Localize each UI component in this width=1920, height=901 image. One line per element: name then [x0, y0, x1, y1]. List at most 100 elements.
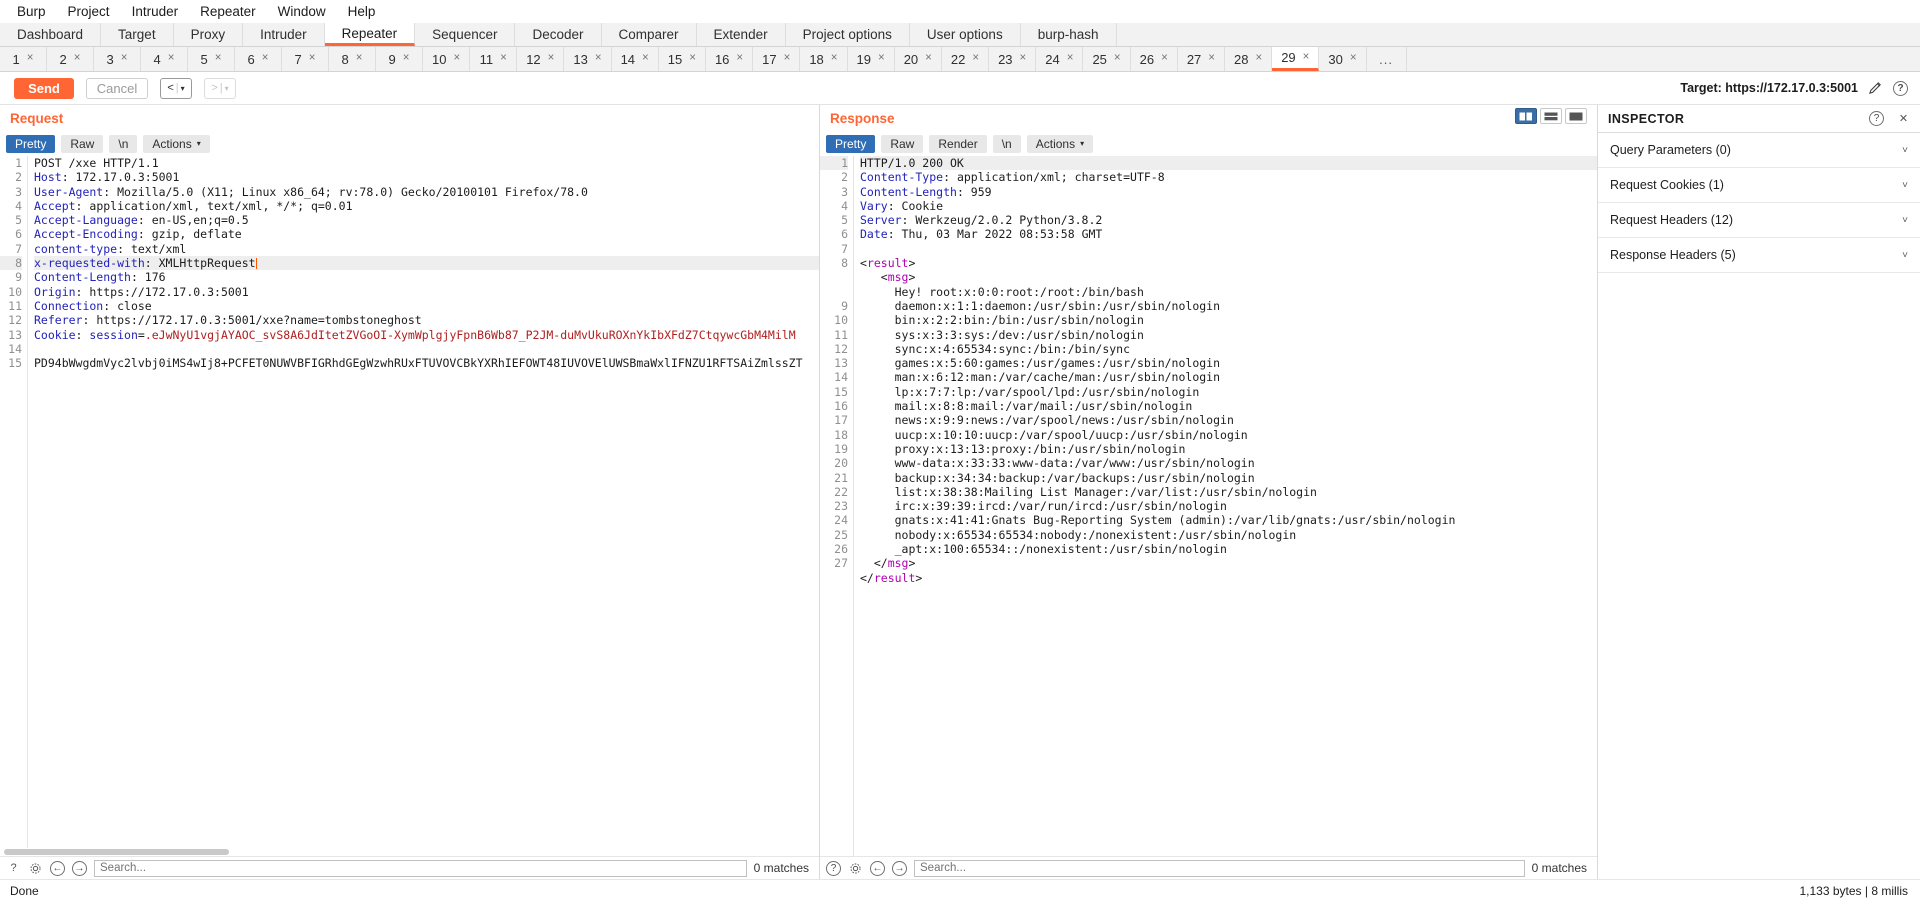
code-line[interactable]: list:x:38:38:Mailing List Manager:/var/l…	[860, 485, 1597, 499]
code-line[interactable]: <result>	[860, 256, 1597, 270]
close-icon[interactable]: ×	[262, 53, 269, 65]
response-view-tab-pretty[interactable]: Pretty	[826, 134, 876, 153]
close-icon[interactable]: ×	[1208, 53, 1215, 65]
request-view-tab-n[interactable]: \n	[109, 134, 138, 153]
code-line[interactable]: Accept: application/xml, text/xml, */*; …	[34, 199, 819, 213]
inspector-section-request-cookies[interactable]: Request Cookies (1) ˅	[1598, 168, 1920, 203]
code-line[interactable]: Accept-Language: en-US,en;q=0.5	[34, 213, 819, 227]
repeater-tab-8[interactable]: 8 ×	[329, 47, 376, 71]
code-line[interactable]: content-type: text/xml	[34, 242, 819, 256]
single-pane-icon[interactable]	[1565, 108, 1587, 124]
close-icon[interactable]: ✕	[1896, 111, 1911, 126]
code-line[interactable]: Date: Thu, 03 Mar 2022 08:53:58 GMT	[860, 227, 1597, 241]
chevron-down-icon[interactable]: ˅	[1902, 250, 1908, 261]
repeater-tab-7[interactable]: 7 ×	[282, 47, 329, 71]
menu-item-project[interactable]: Project	[57, 2, 121, 21]
close-icon[interactable]: ×	[1255, 53, 1262, 65]
code-line[interactable]: games:x:5:60:games:/usr/games:/usr/sbin/…	[860, 356, 1597, 370]
tab-burp-hash[interactable]: burp-hash	[1020, 23, 1117, 46]
repeater-tab-2[interactable]: 2 ×	[47, 47, 94, 71]
repeater-tab-29[interactable]: 29 ×	[1272, 47, 1320, 71]
code-line[interactable]: mail:x:8:8:mail:/var/mail:/usr/sbin/nolo…	[860, 399, 1597, 413]
code-line[interactable]: Content-Length: 959	[860, 185, 1597, 199]
menu-item-burp[interactable]: Burp	[6, 2, 57, 21]
code-line[interactable]: gnats:x:41:41:Gnats Bug-Reporting System…	[860, 513, 1597, 527]
gear-icon[interactable]	[28, 861, 43, 876]
cancel-button[interactable]: Cancel	[86, 77, 148, 99]
help-icon[interactable]: ?	[6, 861, 21, 876]
search-next-button[interactable]: →	[892, 860, 907, 876]
repeater-tab-17[interactable]: 17 ×	[753, 47, 801, 71]
close-icon[interactable]: ×	[121, 53, 128, 65]
code-line[interactable]: www-data:x:33:33:www-data:/var/www:/usr/…	[860, 456, 1597, 470]
pencil-icon[interactable]	[1868, 81, 1883, 96]
close-icon[interactable]: ×	[500, 53, 507, 65]
menu-item-window[interactable]: Window	[267, 2, 337, 21]
repeater-tab-30[interactable]: 30 ×	[1319, 47, 1367, 71]
repeater-tab-14[interactable]: 14 ×	[611, 47, 659, 71]
response-code[interactable]: HTTP/1.0 200 OK Content-Type: application…	[854, 156, 1597, 856]
repeater-tab-11[interactable]: 11 ×	[470, 47, 518, 71]
tab-extender[interactable]: Extender	[696, 23, 786, 46]
close-icon[interactable]: ×	[548, 53, 555, 65]
help-icon[interactable]: ?	[826, 860, 841, 876]
code-line[interactable]: news:x:9:9:news:/var/spool/news:/usr/sbi…	[860, 413, 1597, 427]
response-search-input[interactable]	[914, 859, 1525, 877]
close-icon[interactable]: ×	[972, 53, 979, 65]
repeater-tab-overflow[interactable]: ...	[1366, 47, 1407, 71]
close-icon[interactable]: ×	[925, 53, 932, 65]
code-line[interactable]: Cookie: session=.eJwNyU1vgjAYAOC_svS8A6J…	[34, 328, 819, 342]
repeater-tab-3[interactable]: 3 ×	[94, 47, 141, 71]
close-icon[interactable]: ×	[689, 53, 696, 65]
tab-comparer[interactable]: Comparer	[601, 23, 697, 46]
close-icon[interactable]: ×	[215, 53, 222, 65]
code-line[interactable]: </result>	[860, 571, 1597, 585]
repeater-tab-5[interactable]: 5 ×	[188, 47, 235, 71]
repeater-tab-16[interactable]: 16 ×	[705, 47, 754, 71]
close-icon[interactable]: ×	[1303, 51, 1310, 64]
inspector-section-query-parameters[interactable]: Query Parameters (0) ˅	[1598, 133, 1920, 168]
repeater-tab-4[interactable]: 4 ×	[141, 47, 188, 71]
request-search-input[interactable]	[94, 859, 747, 877]
repeater-tab-13[interactable]: 13 ×	[564, 47, 612, 71]
code-line[interactable]: uucp:x:10:10:uucp:/var/spool/uucp:/usr/s…	[860, 428, 1597, 442]
close-icon[interactable]: ×	[595, 53, 602, 65]
repeater-tab-24[interactable]: 24 ×	[1036, 47, 1084, 71]
chevron-down-icon[interactable]: ˅	[1902, 145, 1908, 156]
close-icon[interactable]: ×	[878, 53, 885, 65]
menu-item-repeater[interactable]: Repeater	[189, 2, 267, 21]
code-line[interactable]: sync:x:4:65534:sync:/bin:/bin/sync	[860, 342, 1597, 356]
code-line[interactable]: nobody:x:65534:65534:nobody:/nonexistent…	[860, 528, 1597, 542]
search-prev-button[interactable]: ←	[870, 860, 885, 876]
gear-icon[interactable]	[848, 861, 863, 876]
search-next-button[interactable]: →	[72, 860, 87, 876]
request-view-tab-pretty[interactable]: Pretty	[6, 134, 56, 153]
code-line[interactable]: Accept-Encoding: gzip, deflate	[34, 227, 819, 241]
code-line[interactable]: Hey! root:x:0:0:root:/root:/bin/bash	[860, 285, 1597, 299]
tab-project-options[interactable]: Project options	[785, 23, 910, 46]
menu-item-help[interactable]: Help	[337, 2, 387, 21]
code-line[interactable]: <msg>	[860, 270, 1597, 284]
inspector-section-request-headers[interactable]: Request Headers (12) ˅	[1598, 203, 1920, 238]
search-prev-button[interactable]: ←	[50, 860, 65, 876]
repeater-tab-18[interactable]: 18 ×	[800, 47, 848, 71]
response-view-tab-render[interactable]: Render	[929, 134, 987, 153]
close-icon[interactable]: ×	[1350, 53, 1357, 65]
request-code[interactable]: POST /xxe HTTP/1.1 Host: 172.17.0.3:5001 U…	[28, 156, 819, 848]
code-line[interactable]: Vary: Cookie	[860, 199, 1597, 213]
code-line[interactable]: backup:x:34:34:backup:/var/backups:/usr/…	[860, 471, 1597, 485]
scrollbar-thumb[interactable]	[4, 849, 229, 855]
repeater-tab-12[interactable]: 12 ×	[517, 47, 565, 71]
tab-target[interactable]: Target	[101, 23, 174, 46]
close-icon[interactable]: ×	[1161, 53, 1168, 65]
repeater-tab-25[interactable]: 25 ×	[1083, 47, 1131, 71]
code-line[interactable]: daemon:x:1:1:daemon:/usr/sbin:/usr/sbin/…	[860, 299, 1597, 313]
tab-user-options[interactable]: User options	[909, 23, 1021, 46]
chevron-down-icon[interactable]: ▾	[225, 84, 229, 93]
code-line[interactable]: x-requested-with: XMLHttpRequest	[34, 256, 819, 271]
request-editor[interactable]: 1 2 3 4 5 6 7 8 9 10 11 12 13 14 15 POST /xxe HTTP/1.1…	[0, 156, 819, 848]
code-line[interactable]: Content-Length: 176	[34, 270, 819, 284]
repeater-tab-6[interactable]: 6 ×	[235, 47, 282, 71]
repeater-tab-20[interactable]: 20 ×	[894, 47, 942, 71]
split-vertical-icon[interactable]	[1515, 108, 1537, 124]
